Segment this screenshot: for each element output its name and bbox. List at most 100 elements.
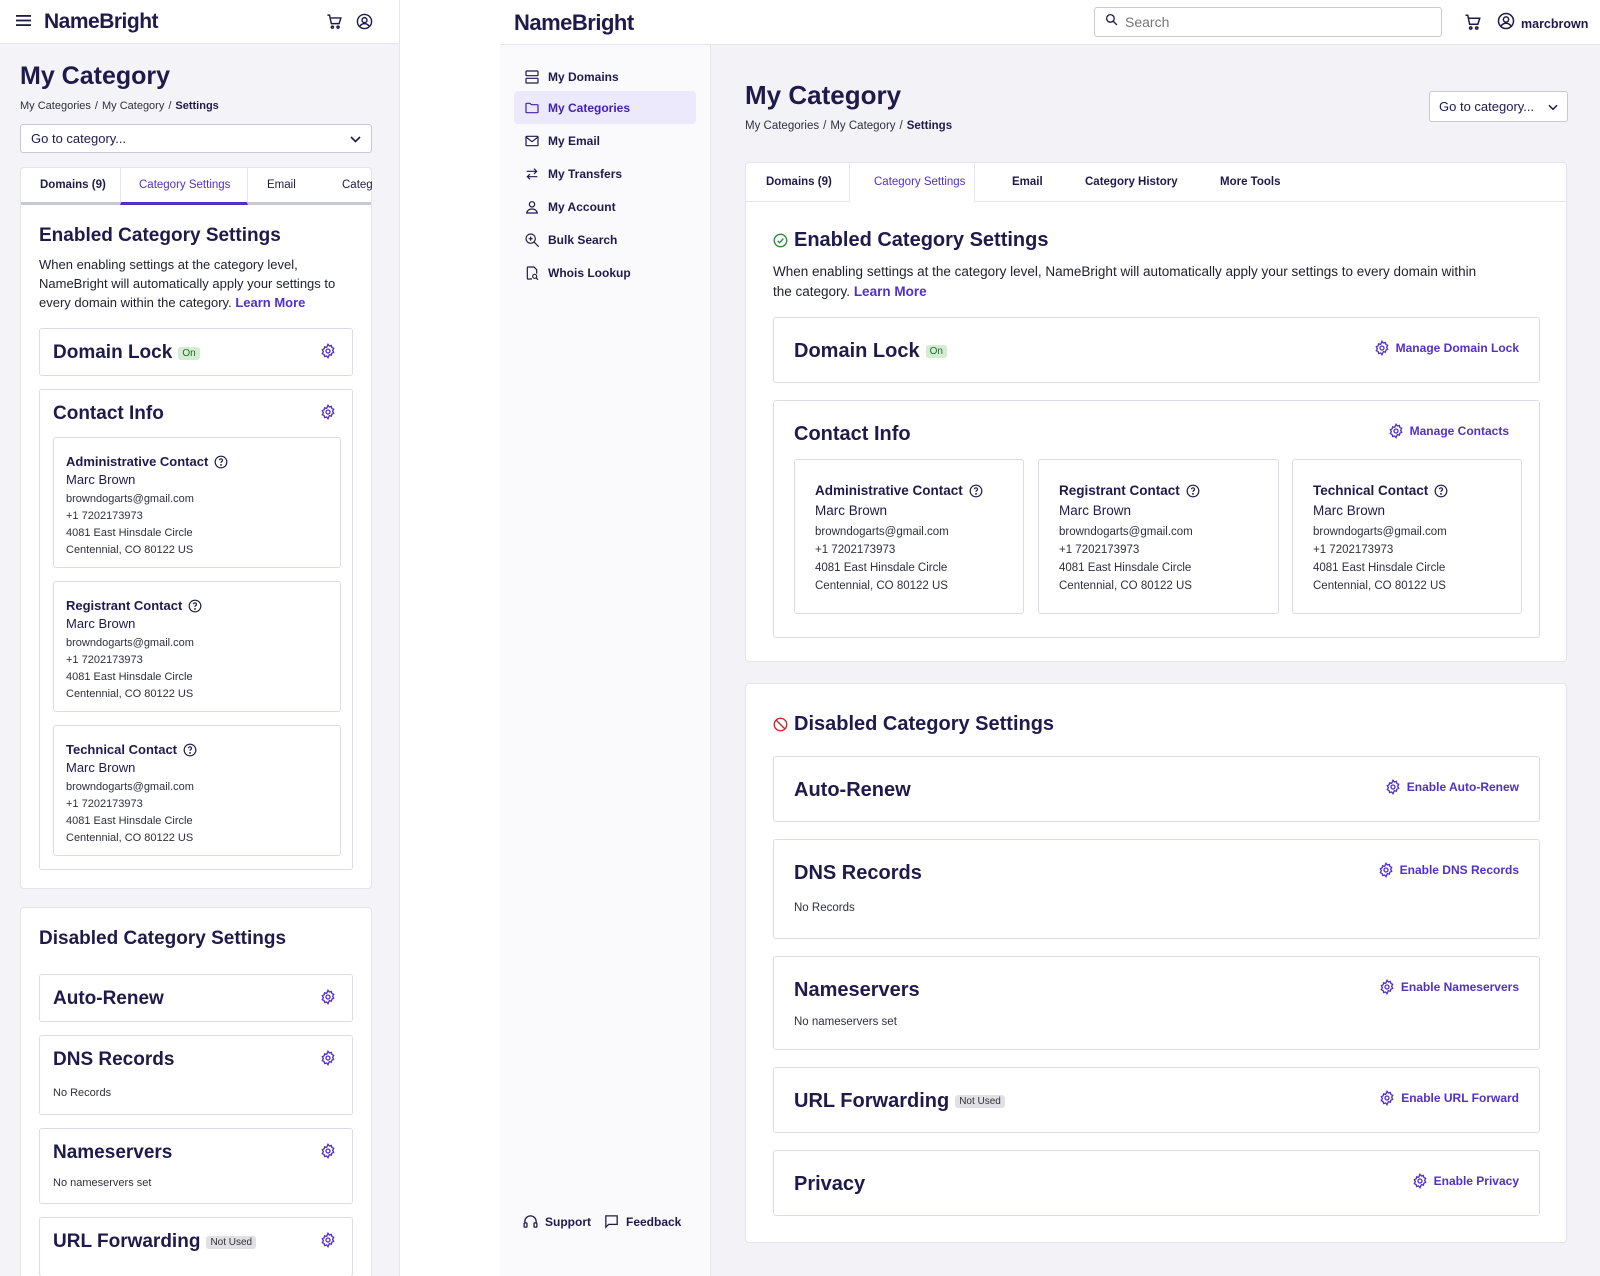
sidebar-item-my-account[interactable]: My Account <box>514 190 696 223</box>
url-forwarding-box: URL Forwarding Not Used <box>39 1217 353 1276</box>
prohibited-icon <box>773 717 788 732</box>
dns-records-box: DNS Records No Records <box>39 1035 353 1115</box>
enable-nameservers-button[interactable]: Enable Nameservers <box>1379 979 1519 995</box>
mobile-header: NameBright <box>0 0 399 44</box>
logo[interactable]: NameBright <box>514 10 634 36</box>
account-icon[interactable] <box>356 13 373 35</box>
gear-icon <box>1374 340 1390 356</box>
gear-icon[interactable] <box>320 1143 336 1159</box>
user-menu[interactable]: marcbrown <box>1497 12 1588 35</box>
sidebar-item-my-email[interactable]: My Email <box>514 124 696 157</box>
privacy-title: Privacy <box>794 1173 866 1195</box>
manage-contacts-button[interactable]: Manage Contacts <box>1388 423 1509 439</box>
chat-bubble-icon <box>605 1215 618 1229</box>
sidebar-item-my-domains[interactable]: My Domains <box>514 60 696 93</box>
breadcrumb-my-categories[interactable]: My Categories <box>20 100 91 112</box>
domain-lock-title-row: Domain Lock On <box>53 342 200 364</box>
tab-domains[interactable]: Domains (9) <box>40 179 106 191</box>
button-label: Enable URL Forward <box>1401 1091 1519 1105</box>
gear-icon[interactable] <box>320 343 336 359</box>
enabled-settings-description: When enabling settings at the category l… <box>39 255 359 312</box>
administrative-contact-card: Administrative Contact Marc Brown brownd… <box>53 437 341 568</box>
contact-phone: +1 7202173973 <box>1313 544 1394 556</box>
contact-street: 4081 East Hinsdale Circle <box>1059 562 1192 574</box>
button-label: Enable Privacy <box>1433 1174 1519 1188</box>
help-icon[interactable] <box>1434 484 1448 498</box>
contact-details: browndogarts@gmail.com +1 7202173973 408… <box>66 779 194 847</box>
support-link[interactable]: Support <box>522 1213 591 1230</box>
cart-icon[interactable] <box>326 13 343 35</box>
gear-icon <box>1388 423 1404 439</box>
domain-lock-box: Domain Lock On <box>39 328 353 376</box>
sidebar-item-my-transfers[interactable]: My Transfers <box>514 157 696 190</box>
dns-records-title: DNS Records <box>53 1049 175 1070</box>
contact-details: browndogarts@gmail.com +1 7202173973 408… <box>1059 523 1193 595</box>
tab-email[interactable]: Email <box>267 179 296 191</box>
hamburger-menu-icon[interactable] <box>16 14 31 32</box>
contact-city: Centennial, CO 80122 US <box>1313 580 1446 592</box>
gear-icon <box>1378 862 1394 878</box>
chevron-down-icon <box>350 130 361 148</box>
sidebar: My Domains My Categories My Email My Tra… <box>500 45 711 1276</box>
url-forwarding-title: URL Forwarding <box>53 1231 201 1252</box>
logo[interactable]: NameBright <box>44 10 159 34</box>
button-label: Manage Contacts <box>1409 424 1509 438</box>
gear-icon[interactable] <box>320 1232 336 1248</box>
tab-category-history[interactable]: Category History <box>1085 176 1178 188</box>
contact-phone: +1 7202173973 <box>815 544 896 556</box>
tab-bar: Domains (9) Category Settings Email Cate… <box>746 163 1566 202</box>
sidebar-item-bulk-search[interactable]: Bulk Search <box>514 223 696 256</box>
help-icon[interactable] <box>1186 484 1200 498</box>
contact-phone: +1 7202173973 <box>66 798 143 810</box>
button-label: Enable Nameservers <box>1400 980 1519 994</box>
help-icon[interactable] <box>188 599 202 613</box>
sidebar-item-whois-lookup[interactable]: Whois Lookup <box>514 256 696 289</box>
disabled-settings-heading: Disabled Category Settings <box>39 928 287 949</box>
contact-street: 4081 East Hinsdale Circle <box>66 671 193 683</box>
contact-type: Administrative Contact <box>815 483 963 498</box>
sidebar-item-label: Whois Lookup <box>548 265 631 280</box>
domain-lock-title: Domain Lock <box>794 340 920 362</box>
registrant-contact-card: Registrant Contact Marc Brown browndogar… <box>1038 459 1279 614</box>
learn-more-link[interactable]: Learn More <box>235 295 305 310</box>
sidebar-item-my-categories[interactable]: My Categories <box>514 91 696 124</box>
go-to-category-select[interactable]: Go to category... <box>20 124 372 153</box>
enable-url-forward-button[interactable]: Enable URL Forward <box>1379 1090 1519 1106</box>
learn-more-link[interactable]: Learn More <box>854 284 927 299</box>
feedback-link[interactable]: Feedback <box>603 1213 681 1230</box>
breadcrumb: My Categories / My Category / Settings <box>20 100 219 112</box>
gear-icon[interactable] <box>320 1050 336 1066</box>
gear-icon[interactable] <box>320 404 336 420</box>
breadcrumb-my-categories[interactable]: My Categories <box>745 120 819 132</box>
breadcrumb-my-category[interactable]: My Category <box>830 120 895 132</box>
search-field[interactable] <box>1094 7 1442 37</box>
sidebar-item-label: My Transfers <box>548 166 623 181</box>
help-icon[interactable] <box>183 743 197 757</box>
tab-category-settings[interactable]: Category Settings <box>874 176 965 188</box>
search-plus-icon <box>525 232 540 247</box>
tab-email[interactable]: Email <box>1012 176 1043 188</box>
contact-phone: +1 7202173973 <box>66 654 143 666</box>
search-input[interactable] <box>1125 14 1415 30</box>
status-badge: Not Used <box>206 1235 257 1249</box>
description-line: the category. <box>773 284 851 299</box>
contact-email: browndogarts@gmail.com <box>66 637 194 649</box>
go-to-category-select[interactable]: Go to category... <box>1429 91 1568 122</box>
contact-email: browndogarts@gmail.com <box>66 781 194 793</box>
enable-dns-records-button[interactable]: Enable DNS Records <box>1378 862 1519 878</box>
help-icon[interactable] <box>969 484 983 498</box>
tab-more-tools[interactable]: More Tools <box>1220 176 1280 188</box>
nameservers-status: No nameservers set <box>794 1016 897 1028</box>
tab-category-settings[interactable]: Category Settings <box>139 179 230 191</box>
tab-category-history[interactable]: Categ <box>342 179 373 191</box>
breadcrumb-my-category[interactable]: My Category <box>102 100 164 112</box>
manage-domain-lock-button[interactable]: Manage Domain Lock <box>1374 340 1519 356</box>
gear-icon[interactable] <box>320 989 336 1005</box>
tab-domains[interactable]: Domains (9) <box>766 176 832 188</box>
enable-auto-renew-button[interactable]: Enable Auto-Renew <box>1385 779 1519 795</box>
enable-privacy-button[interactable]: Enable Privacy <box>1412 1173 1519 1189</box>
cart-icon[interactable] <box>1464 13 1482 36</box>
contact-type-row: Technical Contact <box>66 742 197 757</box>
contact-type: Technical Contact <box>1313 483 1429 498</box>
help-icon[interactable] <box>214 455 228 469</box>
